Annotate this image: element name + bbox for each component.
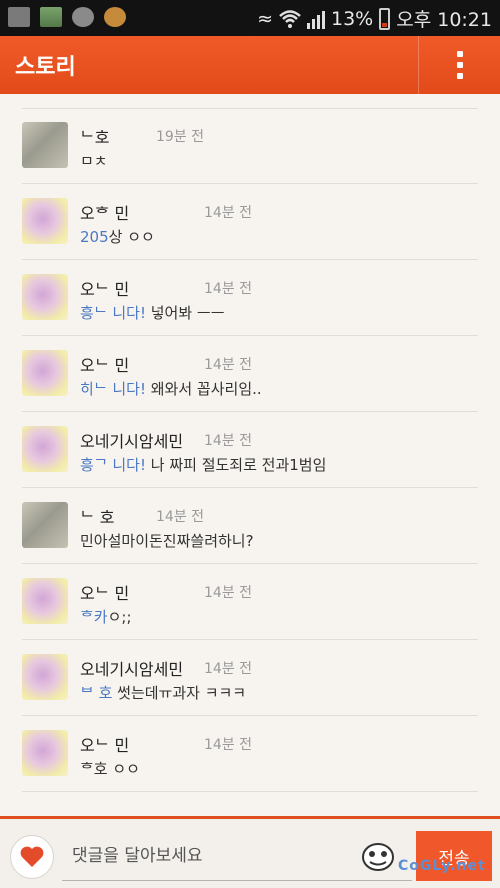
comment-body: 상 ㅇㅇ — [108, 228, 155, 246]
comment-body: 넣어봐 ㅡㅡ — [145, 304, 225, 322]
comment-mention[interactable]: 205 — [80, 228, 109, 246]
comment-timestamp: 14분 전 — [204, 661, 253, 677]
comment-text: 흥ᄀ 니다! 나 짜피 절도죄로 전과1범임 — [80, 454, 326, 475]
page-title: 스토리 — [15, 55, 76, 80]
comment-text: ㅁㅊ — [80, 150, 108, 171]
emoticon-button[interactable] — [360, 837, 396, 873]
avatar[interactable] — [22, 274, 68, 320]
comment-mention[interactable]: 흥ᄀ 니다! — [80, 456, 146, 474]
comment-body: 왜와서 꼽사리임.. — [145, 380, 262, 398]
comment-text: 205상 ㅇㅇ — [80, 226, 155, 247]
comment-divider — [22, 791, 478, 792]
comment-author[interactable]: 오네기시암세민 — [80, 428, 183, 452]
storage-icon — [40, 7, 62, 27]
comment-item[interactable]: ᄂ호 19분 전 ㅁㅊ — [0, 108, 500, 184]
heart-icon — [20, 846, 44, 867]
avatar[interactable] — [22, 730, 68, 776]
comment-author[interactable]: 오ᄂ 민 — [80, 276, 129, 300]
comment-author[interactable]: ᄂ 호 — [80, 504, 115, 528]
comment-text: ᄒ호 ㅇㅇ — [80, 758, 140, 779]
comment-body: ㅇ;; — [107, 608, 132, 626]
battery-percent: 13% — [331, 7, 374, 30]
app-bar: 스토리 — [0, 36, 500, 94]
overflow-menu-icon[interactable] — [419, 36, 500, 94]
avatar[interactable] — [22, 426, 68, 472]
comment-mention[interactable]: 흥ᄂ 니다! — [80, 304, 146, 322]
watermark: CoGLy.net — [398, 858, 486, 874]
comment-item[interactable]: ᄂ 호 14분 전민아설마이돈진짜쓸려하니? — [0, 488, 500, 564]
comment-item[interactable]: 오ᄂ 민 14분 전흥ᄂ 니다! 넣어봐 ㅡㅡ — [0, 260, 500, 336]
comment-mention[interactable]: 히ᄂ 니다! — [80, 380, 146, 398]
notification-icons — [8, 7, 126, 27]
comment-body: ᄒ호 ㅇㅇ — [80, 760, 140, 778]
clock: 오후 10:21 — [396, 9, 492, 31]
comment-list[interactable]: ᄂ호 19분 전 ㅁㅊ 오ᄒ 민 14분 전 205상 ㅇㅇ 오ᄂ 민 14분 전 흥ᄂ 니다!… — [0, 94, 500, 816]
avatar[interactable] — [22, 502, 68, 548]
comment-timestamp: 19분 전 — [156, 129, 205, 145]
comment-text: ᄒ카ㅇ;; — [80, 606, 132, 627]
comment-text: 흥ᄂ 니다! 넣어봐 ㅡㅡ — [80, 302, 225, 323]
comment-timestamp: 14분 전 — [204, 737, 253, 753]
wifi-icon — [279, 9, 301, 28]
comment-timestamp: 14분 전 — [204, 281, 253, 297]
comment-mention[interactable]: ᄇ 호 — [80, 684, 112, 702]
comment-author[interactable]: ᄂ호 — [80, 124, 109, 148]
comment-author[interactable]: 오ᄂ 민 — [80, 732, 129, 756]
signal-icon — [307, 9, 325, 29]
gallery-icon — [8, 7, 30, 27]
comment-item[interactable]: 오ᄂ 민 14분 전히ᄂ 니다! 왜와서 꼽사리임.. — [0, 336, 500, 412]
avatar[interactable] — [22, 122, 68, 168]
steam-icon — [72, 7, 94, 27]
status-bar: ≈ 13% 오후 10:21 — [0, 0, 500, 36]
comment-item[interactable]: 오네기시암세민 14분 전흥ᄀ 니다! 나 짜피 절도죄로 전과1범임 — [0, 412, 500, 488]
avatar[interactable] — [22, 198, 68, 244]
comment-mention[interactable]: ᄒ카 — [80, 608, 108, 626]
comment-item[interactable]: 오ᄒ 민 14분 전 205상 ㅇㅇ — [0, 184, 500, 260]
comment-body: 민아설마이돈진짜쓸려하니? — [80, 532, 254, 550]
comment-text: 히ᄂ 니다! 왜와서 꼽사리임.. — [80, 378, 262, 399]
comment-item[interactable]: 오ᄂ 민 14분 전 ᄒ카ㅇ;; — [0, 564, 500, 640]
comment-author[interactable]: 오ᄂ 민 — [80, 580, 129, 604]
comment-body: 썻는데ㅠ과자 ㅋㅋㅋ — [112, 684, 247, 702]
comment-author[interactable]: 오ᄂ 민 — [80, 352, 129, 376]
teddy-bear-icon — [104, 7, 126, 27]
comment-text: ᄇ 호 썻는데ㅠ과자 ㅋㅋㅋ — [80, 682, 246, 703]
avatar[interactable] — [22, 578, 68, 624]
comment-text: 민아설마이돈진짜쓸려하니? — [80, 530, 254, 551]
comment-timestamp: 14분 전 — [204, 205, 253, 221]
like-button[interactable] — [10, 835, 54, 879]
comment-author[interactable]: 오ᄒ 민 — [80, 200, 129, 224]
comment-author[interactable]: 오네기시암세민 — [80, 656, 183, 680]
avatar[interactable] — [22, 654, 68, 700]
system-icons: ≈ 13% 오후 10:21 — [257, 5, 492, 32]
comment-timestamp: 14분 전 — [204, 585, 253, 601]
battery-icon — [379, 7, 391, 30]
comment-timestamp: 14분 전 — [204, 357, 253, 373]
comment-timestamp: 14분 전 — [156, 509, 205, 525]
comment-body: ㅁㅊ — [80, 152, 108, 170]
comment-item[interactable]: 오네기시암세민 14분 전 ᄇ 호 썻는데ㅠ과자 ㅋㅋㅋ — [0, 640, 500, 716]
avatar[interactable] — [22, 350, 68, 396]
comment-compose-bar: 전송 — [0, 816, 500, 888]
emoticon-icon — [362, 843, 394, 871]
vibrate-icon: ≈ — [257, 7, 273, 30]
comment-timestamp: 14분 전 — [204, 433, 253, 449]
comment-item[interactable]: 오ᄂ 민 14분 전 ᄒ호 ㅇㅇ — [0, 716, 500, 792]
comment-body: 나 짜피 절도죄로 전과1범임 — [145, 456, 327, 474]
